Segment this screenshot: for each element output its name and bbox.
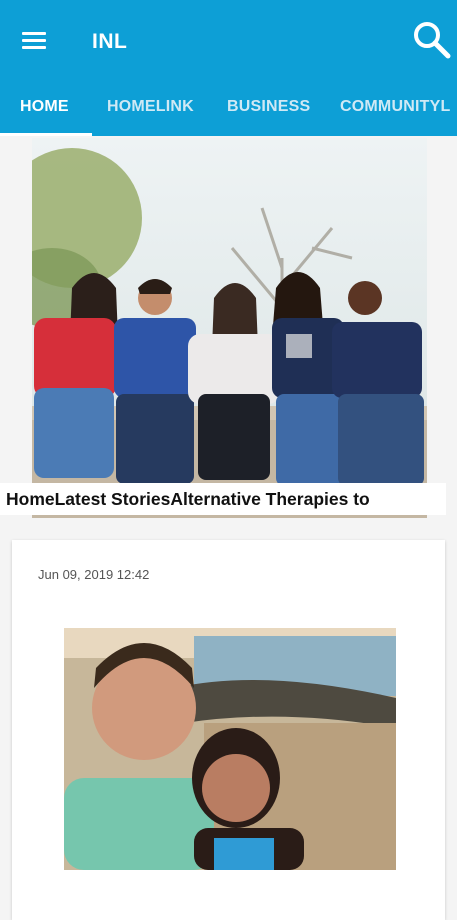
search-button[interactable] xyxy=(412,20,452,60)
app-title: INL xyxy=(92,30,128,53)
hero-photo xyxy=(32,138,427,518)
menu-button[interactable] xyxy=(20,28,50,54)
tab-business[interactable]: BUSINESS xyxy=(227,98,310,116)
search-icon xyxy=(414,22,451,59)
tab-active-indicator xyxy=(0,133,92,136)
article-card[interactable]: Jun 09, 2019 12:42 xyxy=(12,540,445,920)
article-photo xyxy=(64,628,396,870)
tab-home[interactable]: HOME xyxy=(20,98,69,116)
hero-caption[interactable]: HomeLatest StoriesAlternative Therapies … xyxy=(0,483,446,515)
tab-bar: HOME HOMELINK BUSINESS COMMUNITYL xyxy=(0,88,457,136)
article-image[interactable] xyxy=(64,628,396,870)
hamburger-menu-icon xyxy=(22,32,46,35)
app-bar: INL HOME HOMELINK BUSINESS COMMUNITYL xyxy=(0,0,457,136)
hero-image[interactable] xyxy=(32,138,427,518)
hamburger-line xyxy=(22,46,46,49)
article-date: Jun 09, 2019 12:42 xyxy=(38,567,150,582)
tab-communityl[interactable]: COMMUNITYL xyxy=(340,98,450,116)
hamburger-line xyxy=(22,39,46,42)
tab-homelink[interactable]: HOMELINK xyxy=(107,98,194,116)
